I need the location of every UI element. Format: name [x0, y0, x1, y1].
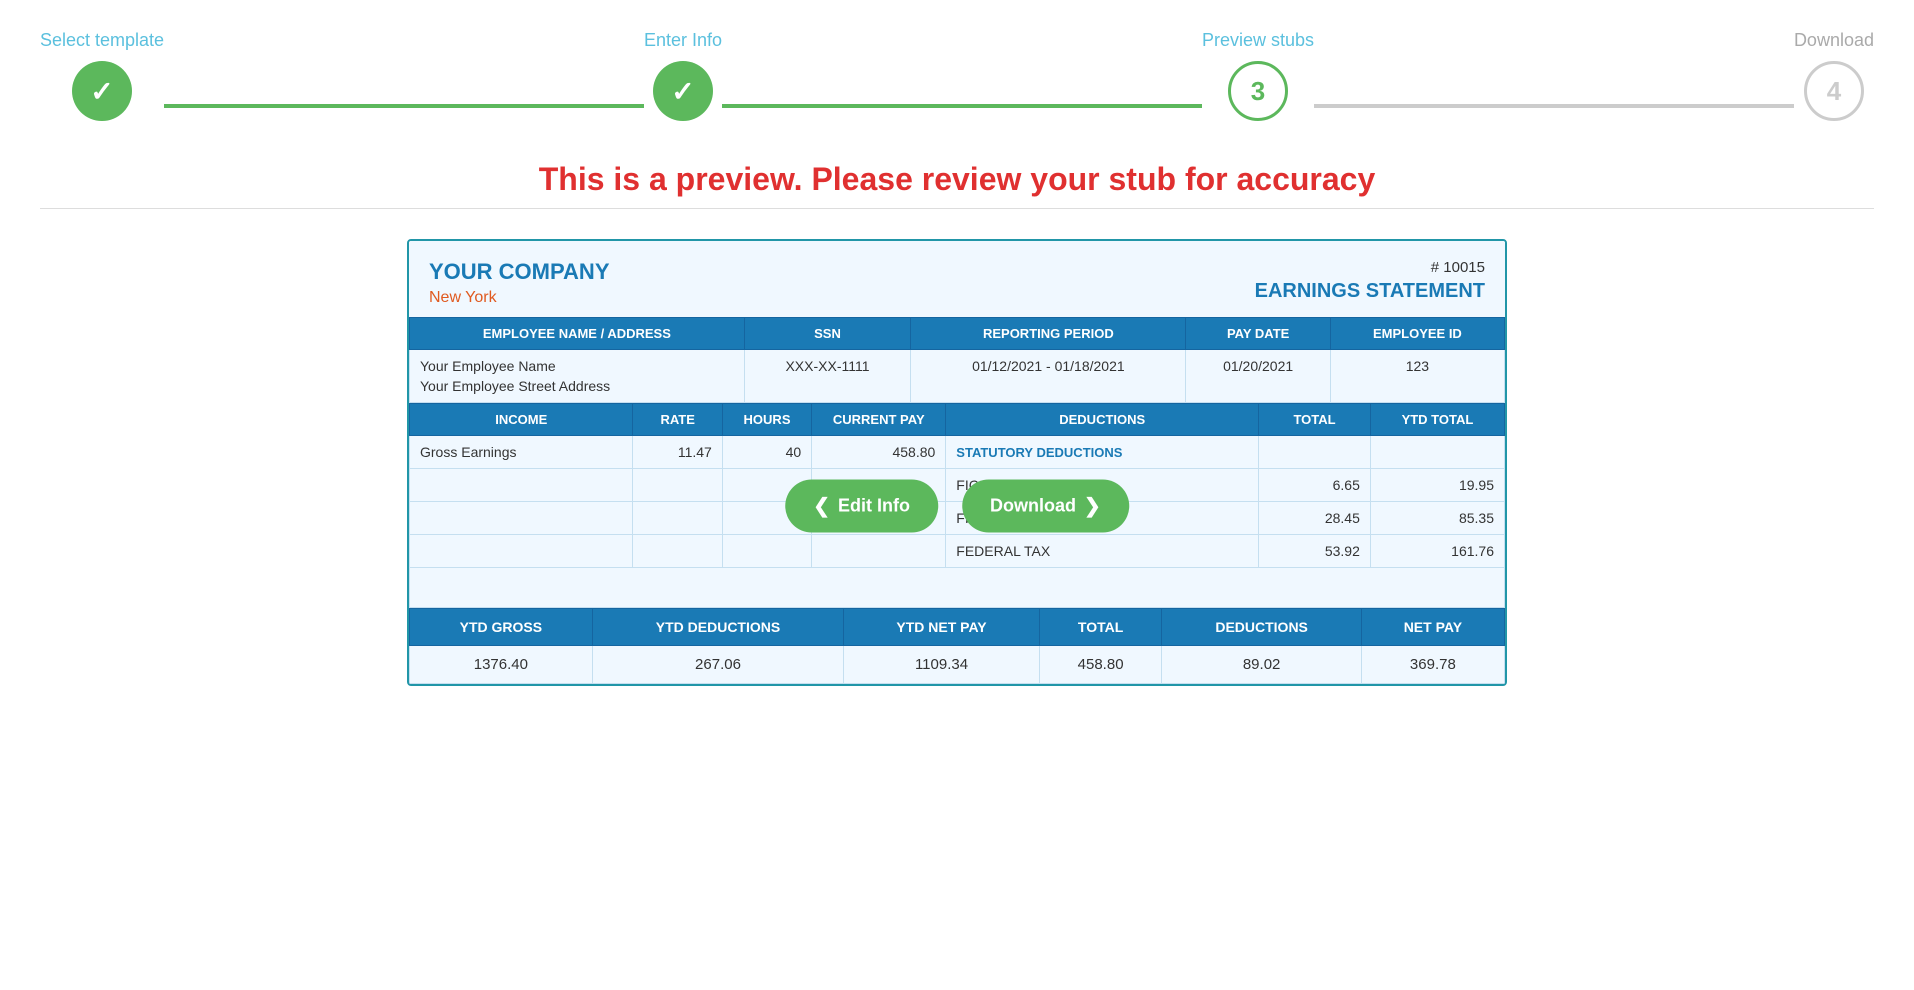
stub-number: # 10015 — [1255, 259, 1485, 276]
th-pay-date: PAY DATE — [1186, 318, 1330, 350]
employee-name: Your Employee Name — [420, 358, 734, 374]
deduction-row-3: FEDERAL TAX 53.92 161.76 — [410, 535, 1505, 568]
th-ytd-net-pay: YTD NET PAY — [844, 609, 1039, 646]
spacer-row — [410, 568, 1505, 608]
blank-rate-3 — [633, 535, 722, 568]
stub-container: REAL CHECK STUBS REAL CHECK STUBS REAL C… — [407, 239, 1507, 686]
company-name: YOUR COMPANY — [429, 259, 610, 285]
val-total: 458.80 — [1039, 646, 1162, 684]
th-employee-id: EMPLOYEE ID — [1330, 318, 1504, 350]
th-current-pay: CURRENT PAY — [812, 404, 946, 436]
deduction-item-1-total: 6.65 — [1259, 469, 1371, 502]
employee-info-table: EMPLOYEE NAME / ADDRESS SSN REPORTING PE… — [409, 317, 1505, 403]
company-location: New York — [429, 289, 610, 307]
deduction-item-2-ytd: 85.35 — [1370, 502, 1504, 535]
step-1-circle: ✓ — [72, 61, 132, 121]
employee-ssn: XXX-XX-1111 — [744, 350, 911, 403]
blank-income-2 — [410, 502, 633, 535]
step-1: Select template ✓ — [40, 30, 164, 121]
th-rate: RATE — [633, 404, 722, 436]
employee-reporting-period: 01/12/2021 - 01/18/2021 — [911, 350, 1186, 403]
income-rate: 11.47 — [633, 436, 722, 469]
th-ytd-deductions: YTD DEDUCTIONS — [592, 609, 844, 646]
edit-info-button[interactable]: ❮ Edit Info — [785, 479, 938, 532]
step-line-1-2 — [164, 104, 644, 108]
employee-address: Your Employee Street Address — [420, 378, 734, 394]
download-label: Download — [990, 495, 1076, 516]
blank-income-1 — [410, 469, 633, 502]
deduction-item-3-total: 53.92 — [1259, 535, 1371, 568]
th-hours: HOURS — [722, 404, 811, 436]
th-total: TOTAL — [1259, 404, 1371, 436]
stub-header-right: # 10015 EARNINGS STATEMENT — [1255, 259, 1485, 303]
step-4: Download 4 — [1794, 30, 1874, 121]
progress-section: Select template ✓ Enter Info ✓ Preview s… — [0, 0, 1914, 141]
step-1-label: Select template — [40, 30, 164, 51]
spacer-cell — [410, 568, 1505, 608]
income-hours: 40 — [722, 436, 811, 469]
edit-info-label: Edit Info — [838, 495, 910, 516]
deduction-item-1-ytd: 19.95 — [1370, 469, 1504, 502]
income-row-1: Gross Earnings 11.47 40 458.80 STATUTORY… — [410, 436, 1505, 469]
val-net-pay: 369.78 — [1361, 646, 1504, 684]
employee-name-address-cell: Your Employee Name Your Employee Street … — [410, 350, 745, 403]
totals-header-table: YTD GROSS YTD DEDUCTIONS YTD NET PAY TOT… — [409, 608, 1505, 684]
th-totals-deductions: DEDUCTIONS — [1162, 609, 1361, 646]
step-2: Enter Info ✓ — [644, 30, 722, 121]
deductions-header-cell: STATUTORY DEDUCTIONS — [946, 436, 1259, 469]
income-area: INCOME RATE HOURS CURRENT PAY DEDUCTIONS… — [409, 403, 1505, 608]
th-ytd-total: YTD TOTAL — [1370, 404, 1504, 436]
blank-pay-3 — [812, 535, 946, 568]
deduction-item-2-total: 28.45 — [1259, 502, 1371, 535]
deduction-item-3-ytd: 161.76 — [1370, 535, 1504, 568]
step-line-3-4 — [1314, 104, 1794, 108]
th-ytd-gross: YTD GROSS — [410, 609, 593, 646]
step-3: Preview stubs 3 — [1202, 30, 1314, 121]
download-button[interactable]: Download ❯ — [962, 479, 1129, 532]
val-ytd-net-pay: 1109.34 — [844, 646, 1039, 684]
blank-rate-2 — [633, 502, 722, 535]
deduction-item-3-label: FEDERAL TAX — [946, 535, 1259, 568]
steps-row: Select template ✓ Enter Info ✓ Preview s… — [40, 30, 1874, 121]
th-totals-total: TOTAL — [1039, 609, 1162, 646]
th-reporting-period: REPORTING PERIOD — [911, 318, 1186, 350]
deduction-total-blank — [1259, 436, 1371, 469]
earnings-statement: EARNINGS STATEMENT — [1255, 280, 1485, 303]
employee-info-row: Your Employee Name Your Employee Street … — [410, 350, 1505, 403]
step-4-label: Download — [1794, 30, 1874, 51]
totals-values-row: 1376.40 267.06 1109.34 458.80 89.02 369.… — [410, 646, 1505, 684]
val-deductions: 89.02 — [1162, 646, 1361, 684]
step-2-label: Enter Info — [644, 30, 722, 51]
step-3-circle: 3 — [1228, 61, 1288, 121]
statutory-deductions-label: STATUTORY DEDUCTIONS — [956, 445, 1122, 460]
blank-rate-1 — [633, 469, 722, 502]
th-employee: EMPLOYEE NAME / ADDRESS — [410, 318, 745, 350]
action-buttons: ❮ Edit Info Download ❯ — [785, 479, 1129, 532]
blank-hours-3 — [722, 535, 811, 568]
th-income: INCOME — [410, 404, 633, 436]
blank-income-3 — [410, 535, 633, 568]
step-4-circle: 4 — [1804, 61, 1864, 121]
deduction-ytd-blank — [1370, 436, 1504, 469]
step-2-circle: ✓ — [653, 61, 713, 121]
stub-header: YOUR COMPANY New York # 10015 EARNINGS S… — [409, 241, 1505, 317]
th-deductions: DEDUCTIONS — [946, 404, 1259, 436]
chevron-left-icon: ❮ — [813, 493, 830, 518]
income-current-pay: 458.80 — [812, 436, 946, 469]
divider — [40, 208, 1874, 209]
step-line-2-3 — [722, 104, 1202, 108]
th-net-pay: NET PAY — [1361, 609, 1504, 646]
income-label: Gross Earnings — [410, 436, 633, 469]
val-ytd-deductions: 267.06 — [592, 646, 844, 684]
employee-pay-date: 01/20/2021 — [1186, 350, 1330, 403]
company-info: YOUR COMPANY New York — [429, 259, 610, 307]
chevron-right-icon: ❯ — [1084, 493, 1101, 518]
val-ytd-gross: 1376.40 — [410, 646, 593, 684]
preview-heading: This is a preview. Please review your st… — [0, 141, 1914, 208]
th-ssn: SSN — [744, 318, 911, 350]
employee-id: 123 — [1330, 350, 1504, 403]
step-3-label: Preview stubs — [1202, 30, 1314, 51]
